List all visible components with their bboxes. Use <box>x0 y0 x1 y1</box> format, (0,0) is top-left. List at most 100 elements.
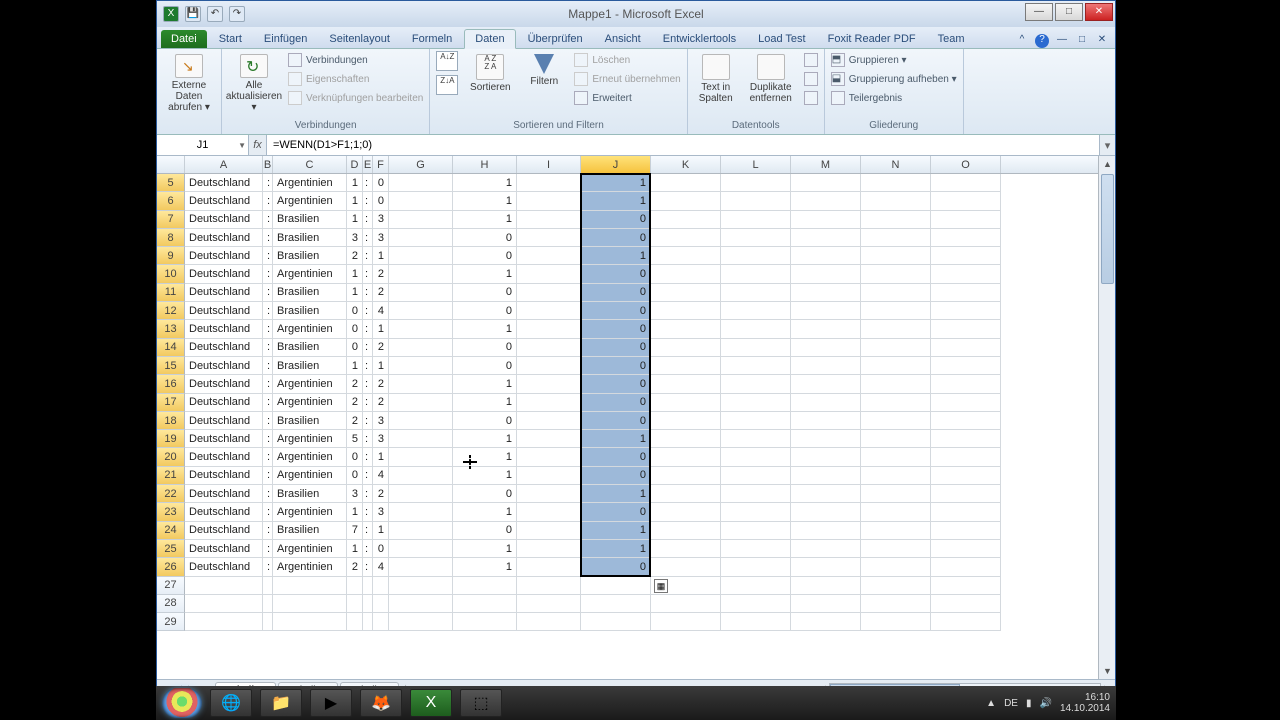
datatool-3[interactable] <box>804 89 818 107</box>
cell[interactable]: : <box>263 174 273 192</box>
cell[interactable] <box>273 595 347 613</box>
cell[interactable] <box>721 394 791 412</box>
col-header-H[interactable]: H <box>453 156 517 173</box>
cell[interactable] <box>721 247 791 265</box>
tray-volume-icon[interactable]: 🔊 <box>1039 698 1051 709</box>
cell[interactable] <box>721 375 791 393</box>
cell[interactable] <box>861 357 931 375</box>
cell[interactable] <box>517 394 581 412</box>
cell[interactable] <box>517 558 581 576</box>
cell[interactable] <box>389 540 453 558</box>
row-header[interactable]: 28 <box>157 595 185 613</box>
formula-bar[interactable] <box>267 135 1099 155</box>
cell[interactable] <box>861 540 931 558</box>
col-header-F[interactable]: F <box>373 156 389 173</box>
row-header[interactable]: 6 <box>157 192 185 210</box>
col-header-G[interactable]: G <box>389 156 453 173</box>
col-header-D[interactable]: D <box>347 156 363 173</box>
ungroup-button[interactable]: ⬓Gruppierung aufheben ▾ <box>831 70 957 88</box>
cell[interactable] <box>373 577 389 595</box>
cell[interactable] <box>861 339 931 357</box>
cell[interactable] <box>389 284 453 302</box>
cell[interactable]: 0 <box>581 284 651 302</box>
cell[interactable]: 0 <box>453 357 517 375</box>
cell[interactable] <box>791 192 861 210</box>
minimize-button[interactable]: — <box>1025 3 1053 21</box>
cell[interactable]: : <box>263 503 273 521</box>
cell[interactable]: : <box>263 192 273 210</box>
datatool-1[interactable] <box>804 51 818 69</box>
cell[interactable] <box>517 302 581 320</box>
cell[interactable]: Argentinien <box>273 503 347 521</box>
row-header[interactable]: 23 <box>157 503 185 521</box>
cell[interactable]: 1 <box>373 522 389 540</box>
cell[interactable]: Brasilien <box>273 229 347 247</box>
cell[interactable] <box>651 595 721 613</box>
row-header[interactable]: 8 <box>157 229 185 247</box>
taskbar-explorer[interactable]: 📁 <box>260 689 302 717</box>
cell[interactable] <box>185 595 263 613</box>
formula-expand-icon[interactable]: ▾ <box>1099 135 1115 155</box>
cell[interactable]: 0 <box>453 412 517 430</box>
cell[interactable]: 1 <box>581 192 651 210</box>
cell[interactable]: : <box>263 467 273 485</box>
cell[interactable]: Deutschland <box>185 229 263 247</box>
filter-button[interactable]: Filtern <box>522 51 566 113</box>
cell[interactable]: 1 <box>453 375 517 393</box>
cell[interactable]: 0 <box>581 467 651 485</box>
cell[interactable]: 1 <box>347 265 363 283</box>
cell[interactable] <box>791 339 861 357</box>
cell[interactable] <box>861 485 931 503</box>
cell[interactable]: : <box>263 375 273 393</box>
cell[interactable]: Argentinien <box>273 540 347 558</box>
row-header[interactable]: 22 <box>157 485 185 503</box>
cell[interactable] <box>185 613 263 631</box>
excel-icon[interactable]: X <box>163 6 179 22</box>
cell[interactable] <box>581 577 651 595</box>
row-header[interactable]: 11 <box>157 284 185 302</box>
cell[interactable] <box>721 339 791 357</box>
cell[interactable]: Deutschland <box>185 320 263 338</box>
taskbar-media[interactable]: ▶ <box>310 689 352 717</box>
cell[interactable] <box>517 485 581 503</box>
cell[interactable] <box>721 211 791 229</box>
col-header-I[interactable]: I <box>517 156 581 173</box>
tab-team[interactable]: Team <box>928 30 975 48</box>
col-header-J[interactable]: J <box>581 156 651 173</box>
col-header-E[interactable]: E <box>363 156 373 173</box>
cell[interactable]: : <box>363 174 373 192</box>
cell[interactable] <box>931 302 1001 320</box>
cell[interactable]: 0 <box>373 540 389 558</box>
row-header[interactable]: 7 <box>157 211 185 229</box>
cell[interactable] <box>861 430 931 448</box>
tab-load test[interactable]: Load Test <box>748 30 816 48</box>
cell[interactable]: : <box>263 558 273 576</box>
cell[interactable] <box>931 467 1001 485</box>
cell[interactable]: Deutschland <box>185 558 263 576</box>
row-header[interactable]: 25 <box>157 540 185 558</box>
cell[interactable] <box>721 192 791 210</box>
cell[interactable]: 1 <box>453 211 517 229</box>
cell[interactable]: 4 <box>373 558 389 576</box>
cell[interactable] <box>931 613 1001 631</box>
cell[interactable]: 0 <box>581 394 651 412</box>
cell[interactable]: : <box>363 485 373 503</box>
cell[interactable] <box>791 613 861 631</box>
cell[interactable] <box>861 284 931 302</box>
cell[interactable]: 2 <box>347 558 363 576</box>
cell[interactable] <box>273 577 347 595</box>
cell[interactable] <box>721 265 791 283</box>
row-header[interactable]: 26 <box>157 558 185 576</box>
qat-undo-icon[interactable]: ↶ <box>207 6 223 22</box>
tab-formeln[interactable]: Formeln <box>402 30 462 48</box>
cell[interactable] <box>651 412 721 430</box>
cell[interactable] <box>651 357 721 375</box>
cell[interactable] <box>389 265 453 283</box>
cell[interactable] <box>931 284 1001 302</box>
row-header[interactable]: 18 <box>157 412 185 430</box>
cell[interactable] <box>517 265 581 283</box>
cell[interactable]: Deutschland <box>185 339 263 357</box>
cell[interactable]: : <box>263 265 273 283</box>
cell[interactable] <box>389 503 453 521</box>
cell[interactable] <box>861 320 931 338</box>
